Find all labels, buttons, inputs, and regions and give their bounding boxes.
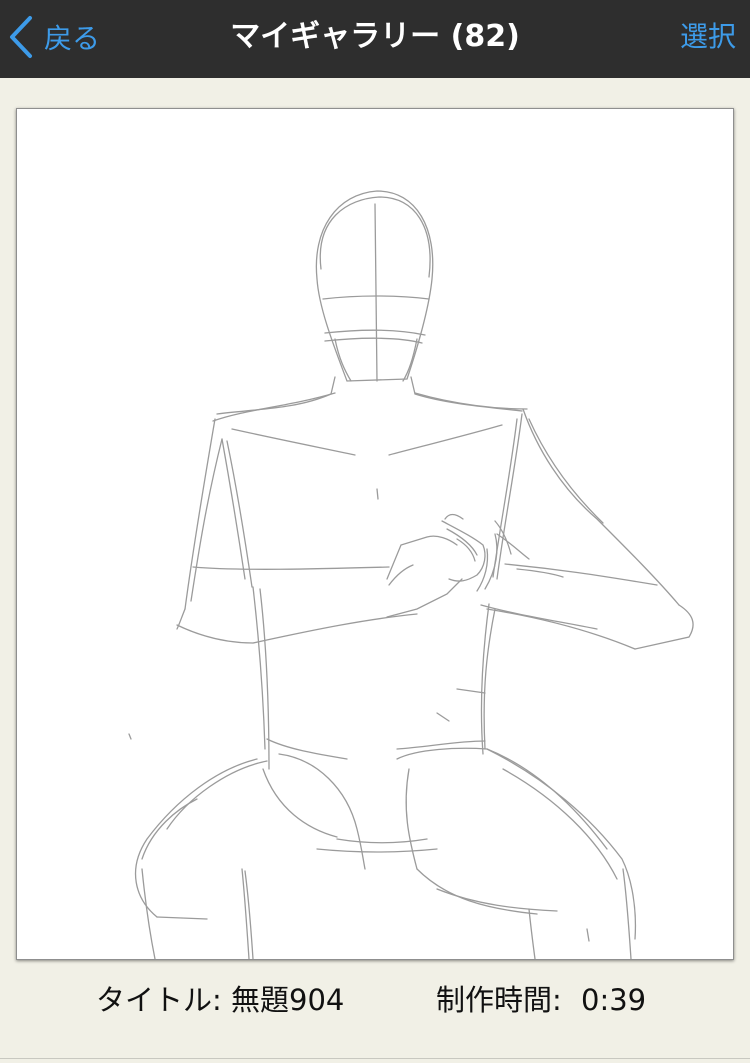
chevron-left-icon bbox=[10, 16, 32, 58]
time-value: 0:39 bbox=[581, 983, 647, 1017]
select-button[interactable]: 選択 bbox=[680, 14, 736, 60]
title-label: タイトル: bbox=[96, 983, 222, 1017]
artwork-preview[interactable] bbox=[16, 108, 734, 960]
back-button[interactable]: 戻る bbox=[8, 12, 100, 62]
back-button-label: 戻る bbox=[44, 22, 101, 55]
page-title: マイギャラリー (82) bbox=[230, 19, 520, 54]
bottom-divider bbox=[0, 1058, 750, 1059]
title-value: 無題904 bbox=[231, 983, 345, 1017]
artwork-info: タイトル: 無題904 制作時間: 0:39 bbox=[0, 978, 750, 1022]
time-label: 制作時間: bbox=[436, 983, 562, 1017]
navigation-bar: 戻る マイギャラリー (82) 選択 bbox=[0, 0, 750, 78]
creation-time: 制作時間: 0:39 bbox=[436, 978, 646, 1022]
figure-sketch-drawing bbox=[128, 190, 694, 959]
artwork-title: タイトル: 無題904 bbox=[96, 978, 344, 1022]
